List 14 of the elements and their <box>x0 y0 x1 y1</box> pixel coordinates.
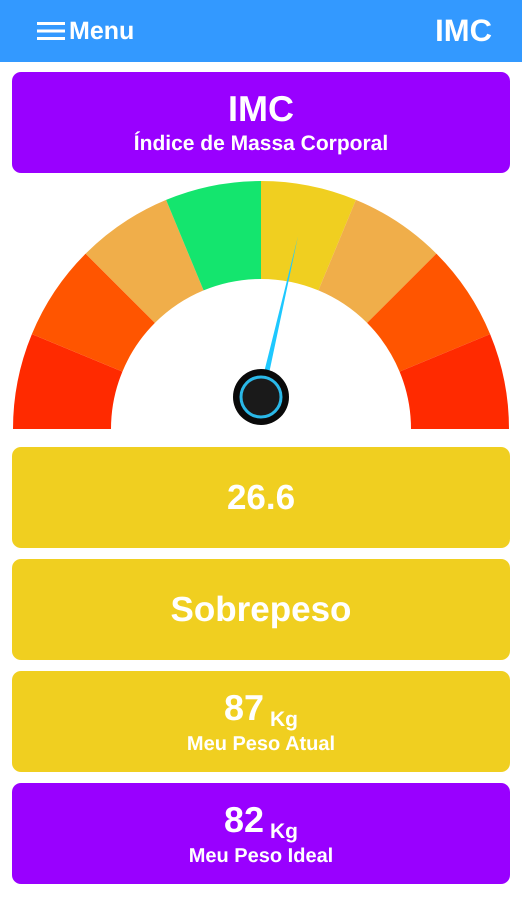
needle-hub <box>233 369 289 425</box>
result-value: Sobrepeso <box>170 590 352 630</box>
header-title: IMC <box>228 88 294 128</box>
app-title: IMC <box>435 13 492 49</box>
result-value: 26.6 <box>226 478 296 518</box>
menu-icon <box>37 21 65 41</box>
header-subtitle: Índice de Massa Corporal <box>134 132 388 156</box>
menu-button[interactable]: Menu <box>37 16 134 46</box>
weight-unit: Kg <box>270 820 298 844</box>
weight-label: Meu Peso Atual <box>186 733 336 756</box>
weight-value: 87 <box>224 687 264 729</box>
weight-value: 82 <box>224 799 264 841</box>
weight-unit: Kg <box>270 708 298 732</box>
weight-label: Meu Peso Ideal <box>188 845 334 868</box>
